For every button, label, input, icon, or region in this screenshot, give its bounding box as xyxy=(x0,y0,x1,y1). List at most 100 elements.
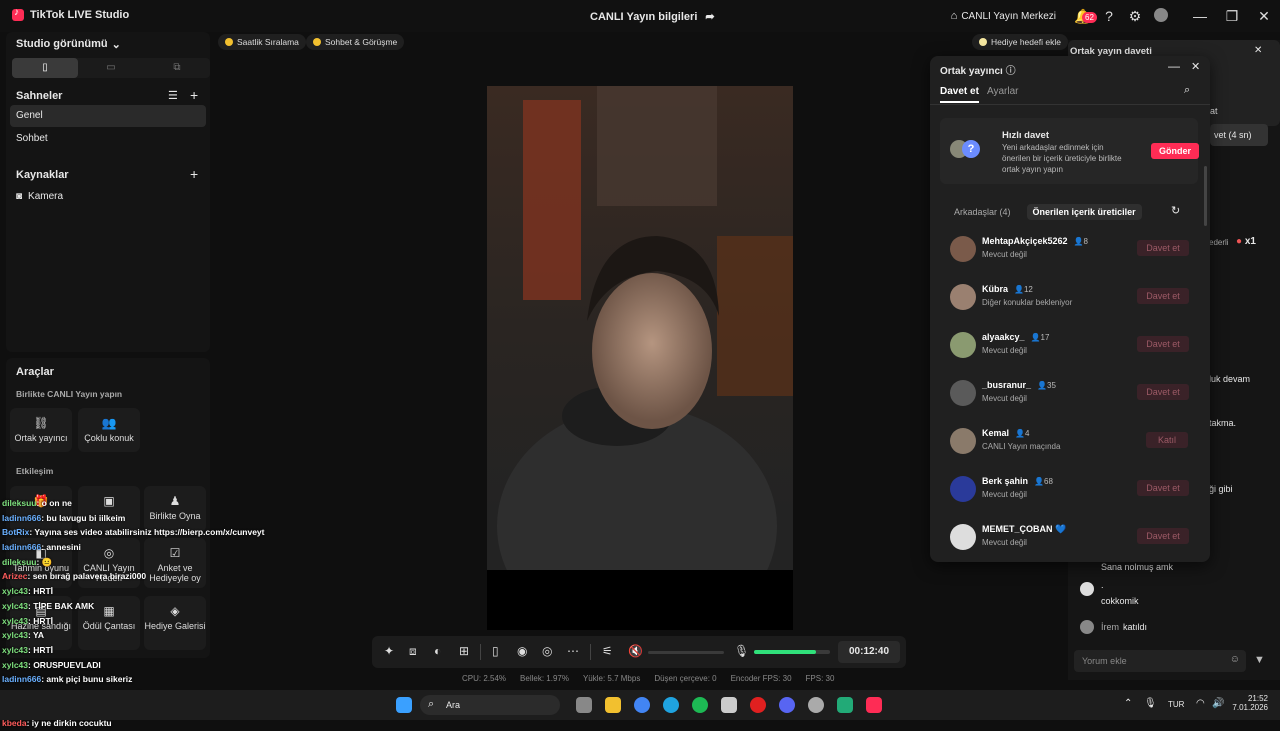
co-host-label: Ortak yayıncı xyxy=(14,433,68,443)
app-icon[interactable] xyxy=(837,697,853,713)
hourly-ranking-pill[interactable]: Saatlik Sıralama xyxy=(218,34,306,50)
encoder-fps-stat: Encoder FPS: 30 xyxy=(730,674,792,683)
stream-timer: 00:12:40 xyxy=(838,641,900,663)
dual-option[interactable]: ⧉ xyxy=(144,58,210,78)
tiktok-logo-icon xyxy=(12,7,24,21)
invite-button[interactable]: Katıl xyxy=(1146,432,1188,448)
refresh-icon[interactable]: ↻ xyxy=(1171,204,1180,217)
magic-wand-icon[interactable]: ✦ xyxy=(384,644,394,658)
notification-button[interactable]: 🔔 62 xyxy=(1070,8,1097,25)
discord-icon[interactable] xyxy=(779,697,795,713)
send-button[interactable]: Gönder xyxy=(1151,143,1199,159)
add-media-icon[interactable]: ⊞ xyxy=(459,644,469,658)
scene-item-sohbet[interactable]: Sohbet xyxy=(10,128,206,150)
close-button[interactable]: ✕ xyxy=(1248,8,1280,25)
tab-settings[interactable]: Ayarlar xyxy=(987,86,1019,97)
camera-toggle-icon[interactable]: ◎ xyxy=(542,644,552,658)
wifi-icon[interactable]: ◠ xyxy=(1196,698,1205,709)
sticker-icon[interactable]: ◐ xyxy=(434,644,441,658)
microphone-icon[interactable]: 🎙 xyxy=(734,644,749,658)
emoji-icon[interactable]: ☺ xyxy=(1230,654,1240,665)
maximize-button[interactable]: ❐ xyxy=(1216,8,1248,25)
chat-message: : HRTİ xyxy=(28,615,54,626)
microphone-icon[interactable]: 🎙 xyxy=(1144,698,1157,709)
search-icon[interactable]: ⌕ xyxy=(1184,84,1190,97)
info-icon[interactable]: ⓘ xyxy=(1006,66,1016,77)
phone-icon[interactable]: ▯ xyxy=(492,644,499,658)
co-host-tool[interactable]: ⛓ Ortak yayıncı xyxy=(10,408,72,452)
portrait-option[interactable]: ▯ xyxy=(12,58,78,78)
studio-view-dropdown[interactable]: Studio görünümü ⌄ xyxy=(16,38,121,51)
chevron-up-icon[interactable]: ⌃ xyxy=(1124,698,1132,709)
host-status: Diğer konuklar bekleniyor xyxy=(982,298,1073,307)
invite-button[interactable]: Davet et xyxy=(1137,384,1189,400)
invite-button[interactable]: Davet et xyxy=(1137,240,1189,256)
person-icon: 👤 xyxy=(1014,285,1024,294)
tab-suggested[interactable]: Önerilen içerik üreticiler xyxy=(1026,204,1142,220)
multi-guest-tool[interactable]: 👥 Çoklu konuk xyxy=(78,408,140,452)
question-icon: ? xyxy=(962,140,980,158)
spotify-icon[interactable] xyxy=(692,697,708,713)
task-view-icon[interactable] xyxy=(576,697,592,713)
mixer-icon[interactable]: ⚟ xyxy=(602,644,613,658)
invite-button[interactable]: Davet et xyxy=(1137,336,1189,352)
invite-button[interactable]: Davet et xyxy=(1137,288,1189,304)
file-explorer-icon[interactable] xyxy=(605,697,621,713)
add-scene-icon[interactable]: + xyxy=(190,87,198,103)
language-indicator[interactable]: TUR xyxy=(1168,700,1184,709)
help-button[interactable]: ? xyxy=(1096,8,1122,24)
quick-invite-desc: Yeni arkadaşlar edinmek için önerilen bi… xyxy=(1002,143,1122,174)
close-popup-icon[interactable]: ✕ xyxy=(1191,60,1200,73)
tab-friends[interactable]: Arkadaşlar (4) xyxy=(948,204,1017,220)
volume-icon[interactable]: 🔊 xyxy=(1212,698,1224,709)
scenes-panel: Studio görünümü ⌄ ▯ ▭ ⧉ Sahneler ☰ + Gen… xyxy=(6,32,210,352)
chat-message: : 😐 xyxy=(36,556,53,567)
tiktok-studio-taskbar-icon[interactable] xyxy=(866,697,882,713)
live-info-label: CANLI Yayın bilgileri xyxy=(590,10,698,23)
viewer-count: 👤8 xyxy=(1074,237,1088,246)
windows-start-icon[interactable] xyxy=(396,697,412,713)
live-info-button[interactable]: CANLI Yayın bilgileri ➦ xyxy=(590,10,715,24)
scrollbar[interactable] xyxy=(1204,166,1207,226)
accept-invite-button[interactable]: vet (4 sn) xyxy=(1210,124,1268,146)
chat-meet-pill[interactable]: Sohbet & Görüşme xyxy=(306,34,405,50)
invite-button[interactable]: Davet et xyxy=(1137,480,1189,496)
list-icon[interactable]: ☰ xyxy=(168,89,178,102)
filter-icon[interactable]: ▼ xyxy=(1254,654,1265,666)
taskbar-search[interactable]: ⌕ Ara xyxy=(420,695,560,715)
clock[interactable]: 21:52 7.01.2026 xyxy=(1230,694,1268,712)
live-center-button[interactable]: ⌂ CANLI Yayın Merkezi xyxy=(951,10,1056,22)
profile-avatar[interactable] xyxy=(1148,7,1174,25)
invite-close-icon[interactable]: ✕ xyxy=(1254,45,1262,56)
chat-item: katıldı xyxy=(1123,622,1148,632)
minimize-button[interactable]: — xyxy=(1184,8,1216,24)
speaker-muted-icon[interactable]: 🔇 xyxy=(628,644,643,658)
tab-invite[interactable]: Davet et xyxy=(940,86,979,103)
scene-item-genel[interactable]: Genel xyxy=(10,105,206,127)
host-status: Mevcut değil xyxy=(982,346,1027,355)
effects-icon[interactable]: ⧈ xyxy=(409,644,417,659)
edge-icon[interactable] xyxy=(663,697,679,713)
chat-partial-3: ği gibi xyxy=(1209,484,1233,494)
video-preview xyxy=(487,86,793,630)
app-icon[interactable] xyxy=(750,697,766,713)
hourly-label: Saatlik Sıralama xyxy=(237,37,299,47)
record-icon[interactable]: ◉ xyxy=(517,644,527,658)
app-icon[interactable] xyxy=(808,697,824,713)
minimize-popup-icon[interactable]: — xyxy=(1168,59,1180,73)
app-icon[interactable] xyxy=(721,697,737,713)
gift-goal-pill[interactable]: Hediye hedefi ekle xyxy=(972,34,1068,50)
settings-button[interactable]: ⚙ xyxy=(1122,8,1148,25)
chrome-icon[interactable] xyxy=(634,697,650,713)
avatar xyxy=(950,284,976,310)
more-icon[interactable]: ⋯ xyxy=(567,644,579,658)
landscape-option[interactable]: ▭ xyxy=(78,58,144,78)
source-item-kamera[interactable]: ◙ Kamera xyxy=(16,191,63,202)
time: 21:52 xyxy=(1247,694,1268,703)
comment-input[interactable]: Yorum ekle ☺ xyxy=(1074,650,1246,672)
mic-volume-fill xyxy=(754,650,817,654)
invite-button[interactable]: Davet et xyxy=(1137,528,1189,544)
add-source-icon[interactable]: + xyxy=(190,166,198,182)
mic-volume-slider[interactable] xyxy=(754,650,830,654)
speaker-slider[interactable] xyxy=(648,651,724,654)
